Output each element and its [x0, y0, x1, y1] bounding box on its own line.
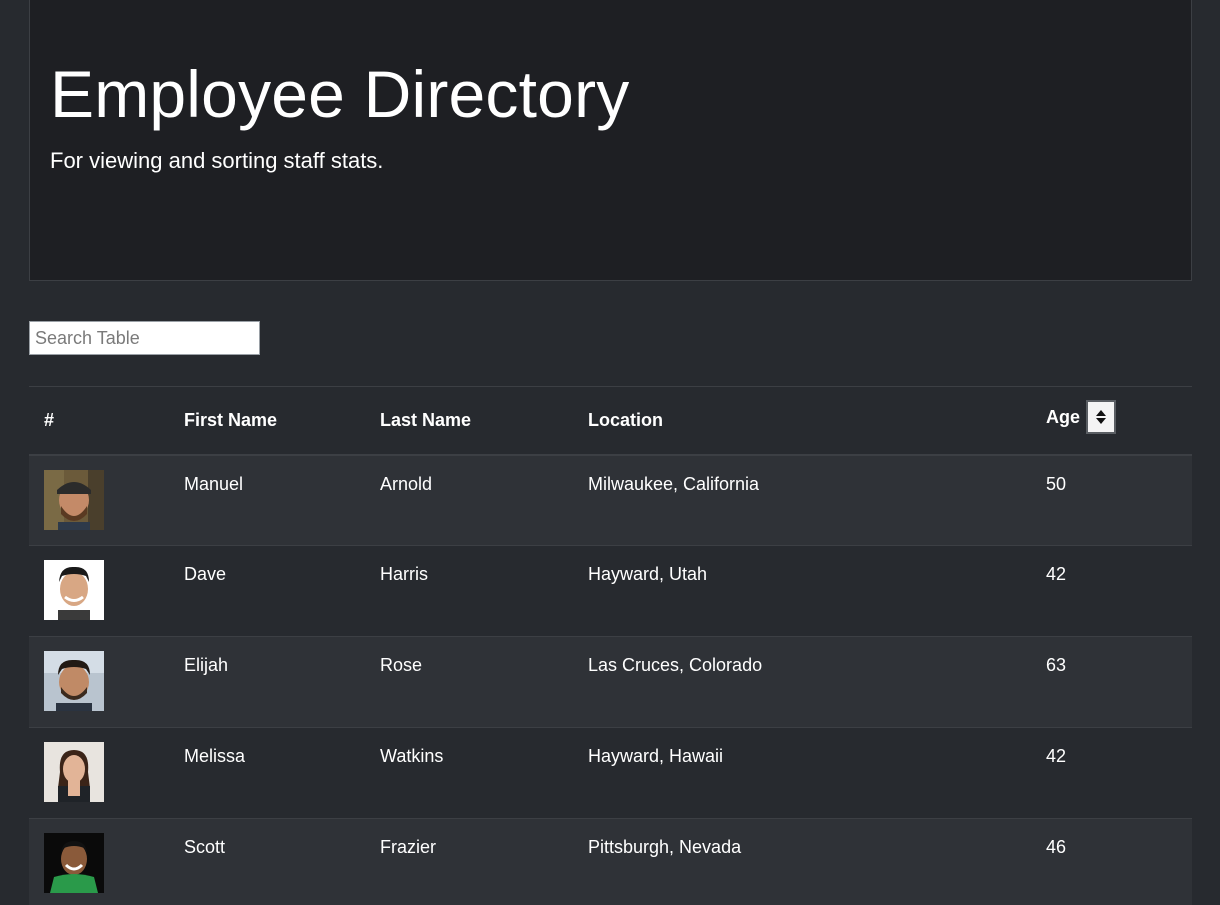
first-name-cell: Manuel — [184, 473, 244, 494]
avatar-cell — [29, 728, 169, 819]
sort-age-button[interactable] — [1086, 400, 1117, 435]
age-cell: 42 — [1046, 746, 1067, 766]
location-cell: Hayward, Utah — [588, 564, 708, 584]
table-header: # First Name Last Name Location Age — [29, 386, 1192, 455]
last-name-cell: Rose — [380, 655, 423, 675]
avatar-cell — [29, 819, 169, 905]
column-header-age: Age — [1031, 387, 1192, 455]
avatar-cell — [29, 546, 169, 637]
table-row: Manuel Arnold Milwaukee, California 50 — [29, 454, 1192, 546]
table-row: Melissa Watkins Hayward, Hawaii 42 — [29, 727, 1192, 819]
avatar — [44, 651, 104, 711]
header-banner: Employee Directory For viewing and sorti… — [29, 0, 1192, 281]
table-row: Elijah Rose Las Cruces, Colorado 63 — [29, 636, 1192, 728]
location-cell: Las Cruces, Colorado — [588, 655, 763, 675]
page-title: Employee Directory — [50, 57, 630, 131]
first-name-cell: Elijah — [184, 655, 229, 675]
search-input[interactable] — [29, 321, 260, 355]
first-name-cell: Dave — [184, 564, 227, 584]
age-cell: 42 — [1046, 564, 1067, 584]
table-row: Scott Frazier Pittsburgh, Nevada 46 — [29, 818, 1192, 905]
avatar — [44, 469, 104, 530]
last-name-cell: Arnold — [380, 473, 433, 494]
last-name-cell: Frazier — [380, 837, 437, 857]
table-body: Manuel Arnold Milwaukee, California 50 D… — [29, 454, 1192, 905]
column-header-last-name: Last Name — [380, 409, 472, 430]
table-header-row: # First Name Last Name Location Age — [29, 386, 1192, 455]
avatar — [44, 560, 104, 620]
column-header-location: Location — [588, 409, 663, 430]
employee-table: # First Name Last Name Location Age Manu… — [29, 386, 1192, 905]
column-header-number: # — [44, 409, 55, 430]
location-cell: Hayward, Hawaii — [588, 746, 724, 766]
age-cell: 50 — [1046, 473, 1067, 494]
avatar-cell — [29, 455, 169, 546]
column-header-first-name: First Name — [184, 409, 278, 430]
avatar — [44, 742, 104, 802]
age-cell: 46 — [1046, 837, 1067, 857]
avatar-cell — [29, 637, 169, 728]
first-name-cell: Melissa — [184, 746, 246, 766]
table-row: Dave Harris Hayward, Utah 42 — [29, 545, 1192, 637]
avatar — [44, 833, 104, 893]
last-name-cell: Harris — [380, 564, 428, 584]
sort-up-down-icon — [1096, 410, 1107, 425]
last-name-cell: Watkins — [380, 746, 444, 766]
age-cell: 63 — [1046, 655, 1067, 675]
age-header-group: Age — [1046, 400, 1117, 435]
age-header-label: Age — [1046, 406, 1081, 427]
first-name-cell: Scott — [184, 837, 226, 857]
page-subtitle: For viewing and sorting staff stats. — [50, 148, 384, 173]
page-container: Employee Directory For viewing and sorti… — [29, 0, 1192, 905]
search-area — [29, 321, 260, 355]
location-cell: Pittsburgh, Nevada — [588, 837, 742, 857]
location-cell: Milwaukee, California — [588, 473, 760, 494]
